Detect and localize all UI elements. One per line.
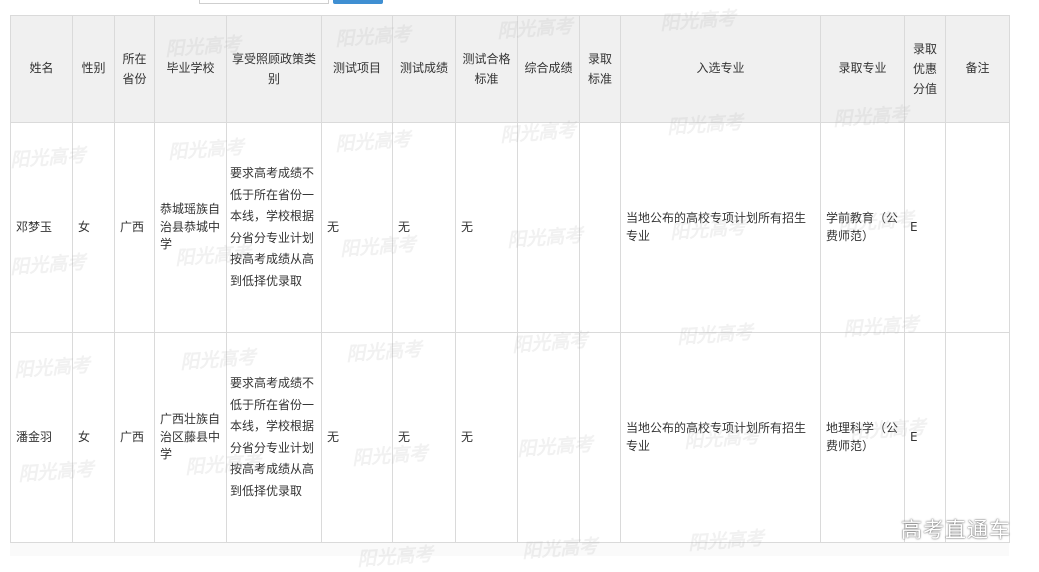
search-input[interactable] bbox=[199, 0, 329, 4]
col-header-remark: 备注 bbox=[945, 15, 1010, 123]
cell-school: 广西壮族自治区藤县中学 bbox=[154, 332, 227, 543]
cell-bonus: E bbox=[904, 332, 946, 543]
cell-selected-major: 当地公布的高校专项计划所有招生专业 bbox=[620, 122, 821, 333]
col-header-school: 毕业学校 bbox=[154, 15, 227, 123]
col-header-bonus: 录取优惠分值 bbox=[904, 15, 946, 123]
table-row: 邓梦玉 女 广西 恭城瑶族自治县恭城中学 要求高考成绩不低于所在省份一本线，学校… bbox=[10, 122, 1010, 333]
col-header-admission-standard: 录取标准 bbox=[579, 15, 621, 123]
cell-name: 潘金羽 bbox=[10, 332, 73, 543]
cell-admission-standard bbox=[579, 332, 621, 543]
admission-table-container: 姓名 性别 所在省份 毕业学校 享受照顾政策类别 测试项目 测试成绩 测试合格标… bbox=[10, 15, 1010, 556]
col-header-selected-major: 入选专业 bbox=[620, 15, 821, 123]
cell-test-standard: 无 bbox=[455, 122, 518, 333]
cell-remark bbox=[945, 122, 1010, 333]
cell-gender: 女 bbox=[72, 122, 115, 333]
cell-test-score: 无 bbox=[392, 122, 456, 333]
cell-policy: 要求高考成绩不低于所在省份一本线，学校根据分省分专业计划按高考成绩从高到低择优录… bbox=[226, 122, 322, 333]
cell-school: 恭城瑶族自治县恭城中学 bbox=[154, 122, 227, 333]
table-row: 潘金羽 女 广西 广西壮族自治区藤县中学 要求高考成绩不低于所在省份一本线，学校… bbox=[10, 332, 1010, 543]
col-header-test-standard: 测试合格标准 bbox=[455, 15, 518, 123]
col-header-policy: 享受照顾政策类别 bbox=[226, 15, 322, 123]
col-header-overall-score: 综合成绩 bbox=[517, 15, 580, 123]
cell-test-item: 无 bbox=[321, 122, 393, 333]
cell-name: 邓梦玉 bbox=[10, 122, 73, 333]
cell-remark bbox=[945, 332, 1010, 543]
search-button[interactable] bbox=[333, 0, 383, 4]
cell-admitted-major: 地理科学（公费师范） bbox=[820, 332, 905, 543]
col-header-test-score: 测试成绩 bbox=[392, 15, 456, 123]
cell-province: 广西 bbox=[114, 332, 155, 543]
cell-overall-score bbox=[517, 332, 580, 543]
col-header-province: 所在省份 bbox=[114, 15, 155, 123]
cell-gender: 女 bbox=[72, 332, 115, 543]
cell-test-item: 无 bbox=[321, 332, 393, 543]
cell-admission-standard bbox=[579, 122, 621, 333]
cell-province: 广西 bbox=[114, 122, 155, 333]
col-header-test-item: 测试项目 bbox=[321, 15, 393, 123]
admission-table: 姓名 性别 所在省份 毕业学校 享受照顾政策类别 测试项目 测试成绩 测试合格标… bbox=[10, 15, 1010, 543]
table-header-row: 姓名 性别 所在省份 毕业学校 享受照顾政策类别 测试项目 测试成绩 测试合格标… bbox=[10, 15, 1010, 123]
cell-admitted-major: 学前教育（公费师范） bbox=[820, 122, 905, 333]
cell-bonus: E bbox=[904, 122, 946, 333]
cell-test-standard: 无 bbox=[455, 332, 518, 543]
cell-selected-major: 当地公布的高校专项计划所有招生专业 bbox=[620, 332, 821, 543]
col-header-admitted-major: 录取专业 bbox=[820, 15, 905, 123]
cell-test-score: 无 bbox=[392, 332, 456, 543]
cell-policy: 要求高考成绩不低于所在省份一本线，学校根据分省分专业计划按高考成绩从高到低择优录… bbox=[226, 332, 322, 543]
col-header-gender: 性别 bbox=[72, 15, 115, 123]
col-header-name: 姓名 bbox=[10, 15, 73, 123]
cell-overall-score bbox=[517, 122, 580, 333]
